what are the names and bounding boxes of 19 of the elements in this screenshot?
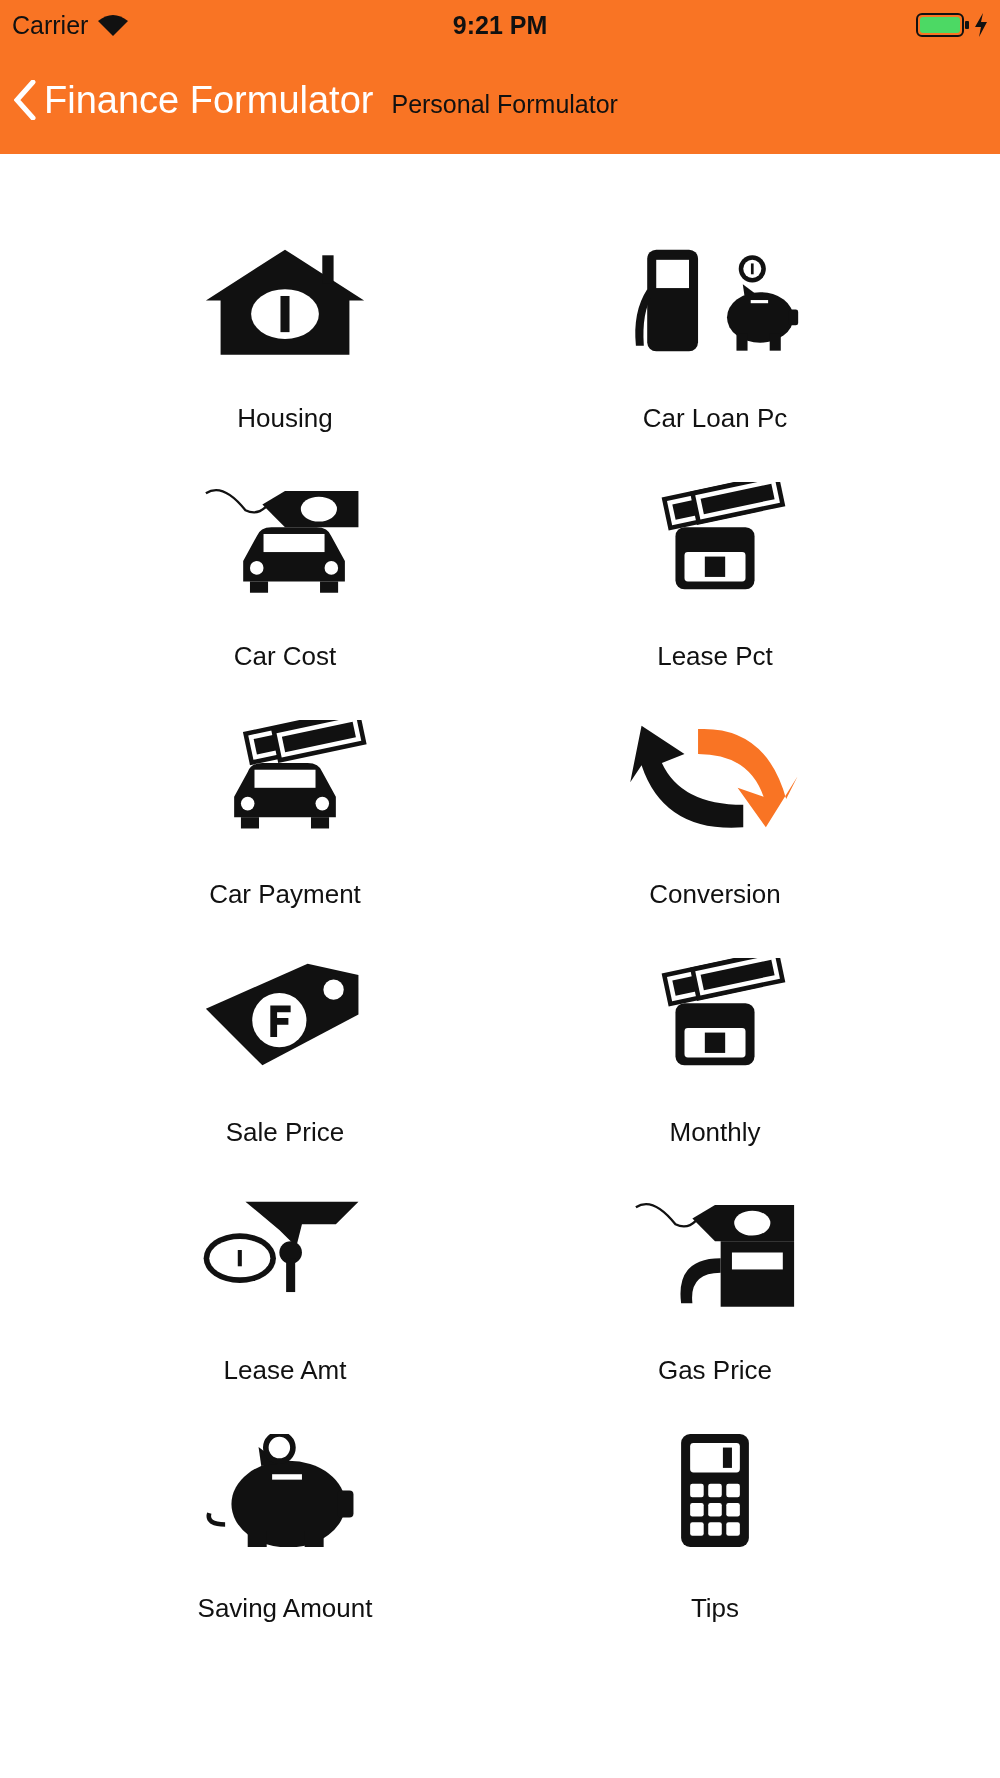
wifi-icon [98, 14, 129, 36]
menu-label[interactable]: Lease Amt [223, 1355, 347, 1386]
status-time: 9:21 PM [452, 10, 548, 40]
menu-label[interactable]: Monthly [669, 1117, 761, 1148]
menu-label[interactable]: Lease Pct [657, 641, 773, 672]
charging-icon [974, 13, 988, 37]
menu-label[interactable]: Car Cost [233, 641, 337, 672]
menu-label[interactable]: Car Loan Pc [642, 403, 788, 434]
back-chevron-icon [14, 80, 36, 120]
screen-title: Personal Formulator [391, 89, 618, 119]
menu-label[interactable]: Saving Amount [197, 1593, 373, 1624]
carrier-label: Carrier [12, 10, 89, 40]
menu-label[interactable]: Gas Price [657, 1355, 773, 1386]
menu-label[interactable]: Tips [690, 1593, 740, 1624]
menu-label[interactable]: Car Payment [209, 879, 361, 910]
menu-label[interactable]: Sale Price [225, 1117, 345, 1148]
menu-label[interactable]: Conversion [649, 879, 781, 910]
menu-label[interactable]: Housing [237, 403, 333, 434]
battery-icon [916, 13, 970, 37]
